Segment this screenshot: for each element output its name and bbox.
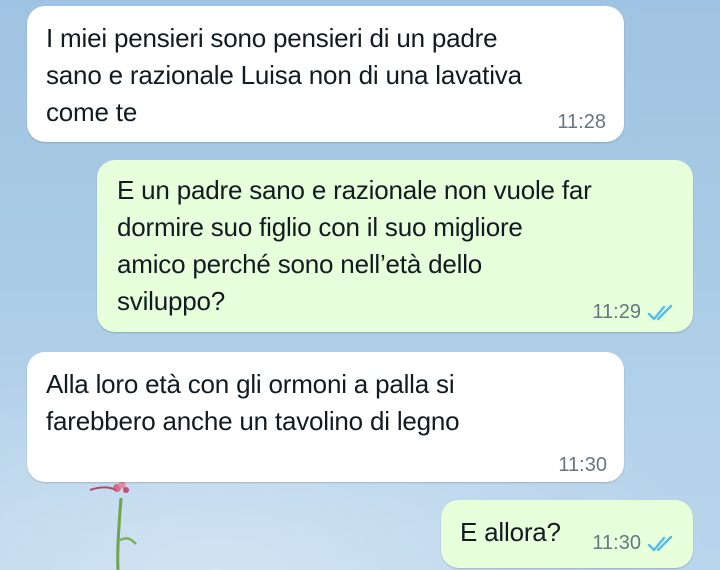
message-text: E allora? bbox=[460, 517, 561, 547]
double-check-read-icon bbox=[647, 535, 673, 551]
message-time: 11:29 bbox=[592, 301, 641, 323]
message-bubble-incoming[interactable]: Alla loro età con gli ormoni a palla si … bbox=[27, 352, 624, 482]
message-meta: 11:30 bbox=[558, 454, 607, 477]
message-bubble-outgoing[interactable]: E un padre sano e razionale non vuole fa… bbox=[97, 160, 693, 332]
double-check-read-icon bbox=[647, 304, 673, 320]
message-meta: 11:28 bbox=[557, 111, 606, 134]
message-meta: 11:29 bbox=[592, 301, 677, 324]
message-time: 11:30 bbox=[558, 454, 607, 476]
flower-stem-decoration bbox=[89, 481, 137, 570]
message-time: 11:30 bbox=[592, 532, 641, 554]
message-text: I miei pensieri sono pensieri di un padr… bbox=[46, 23, 522, 127]
message-bubble-incoming[interactable]: I miei pensieri sono pensieri di un padr… bbox=[27, 6, 624, 142]
message-meta: 11:30 bbox=[592, 532, 677, 555]
message-bubble-outgoing[interactable]: E allora? 11:30 bbox=[441, 500, 693, 568]
message-text: Alla loro età con gli ormoni a palla si … bbox=[46, 369, 460, 436]
message-time: 11:28 bbox=[557, 111, 606, 133]
message-text: E un padre sano e razionale non vuole fa… bbox=[117, 175, 592, 316]
